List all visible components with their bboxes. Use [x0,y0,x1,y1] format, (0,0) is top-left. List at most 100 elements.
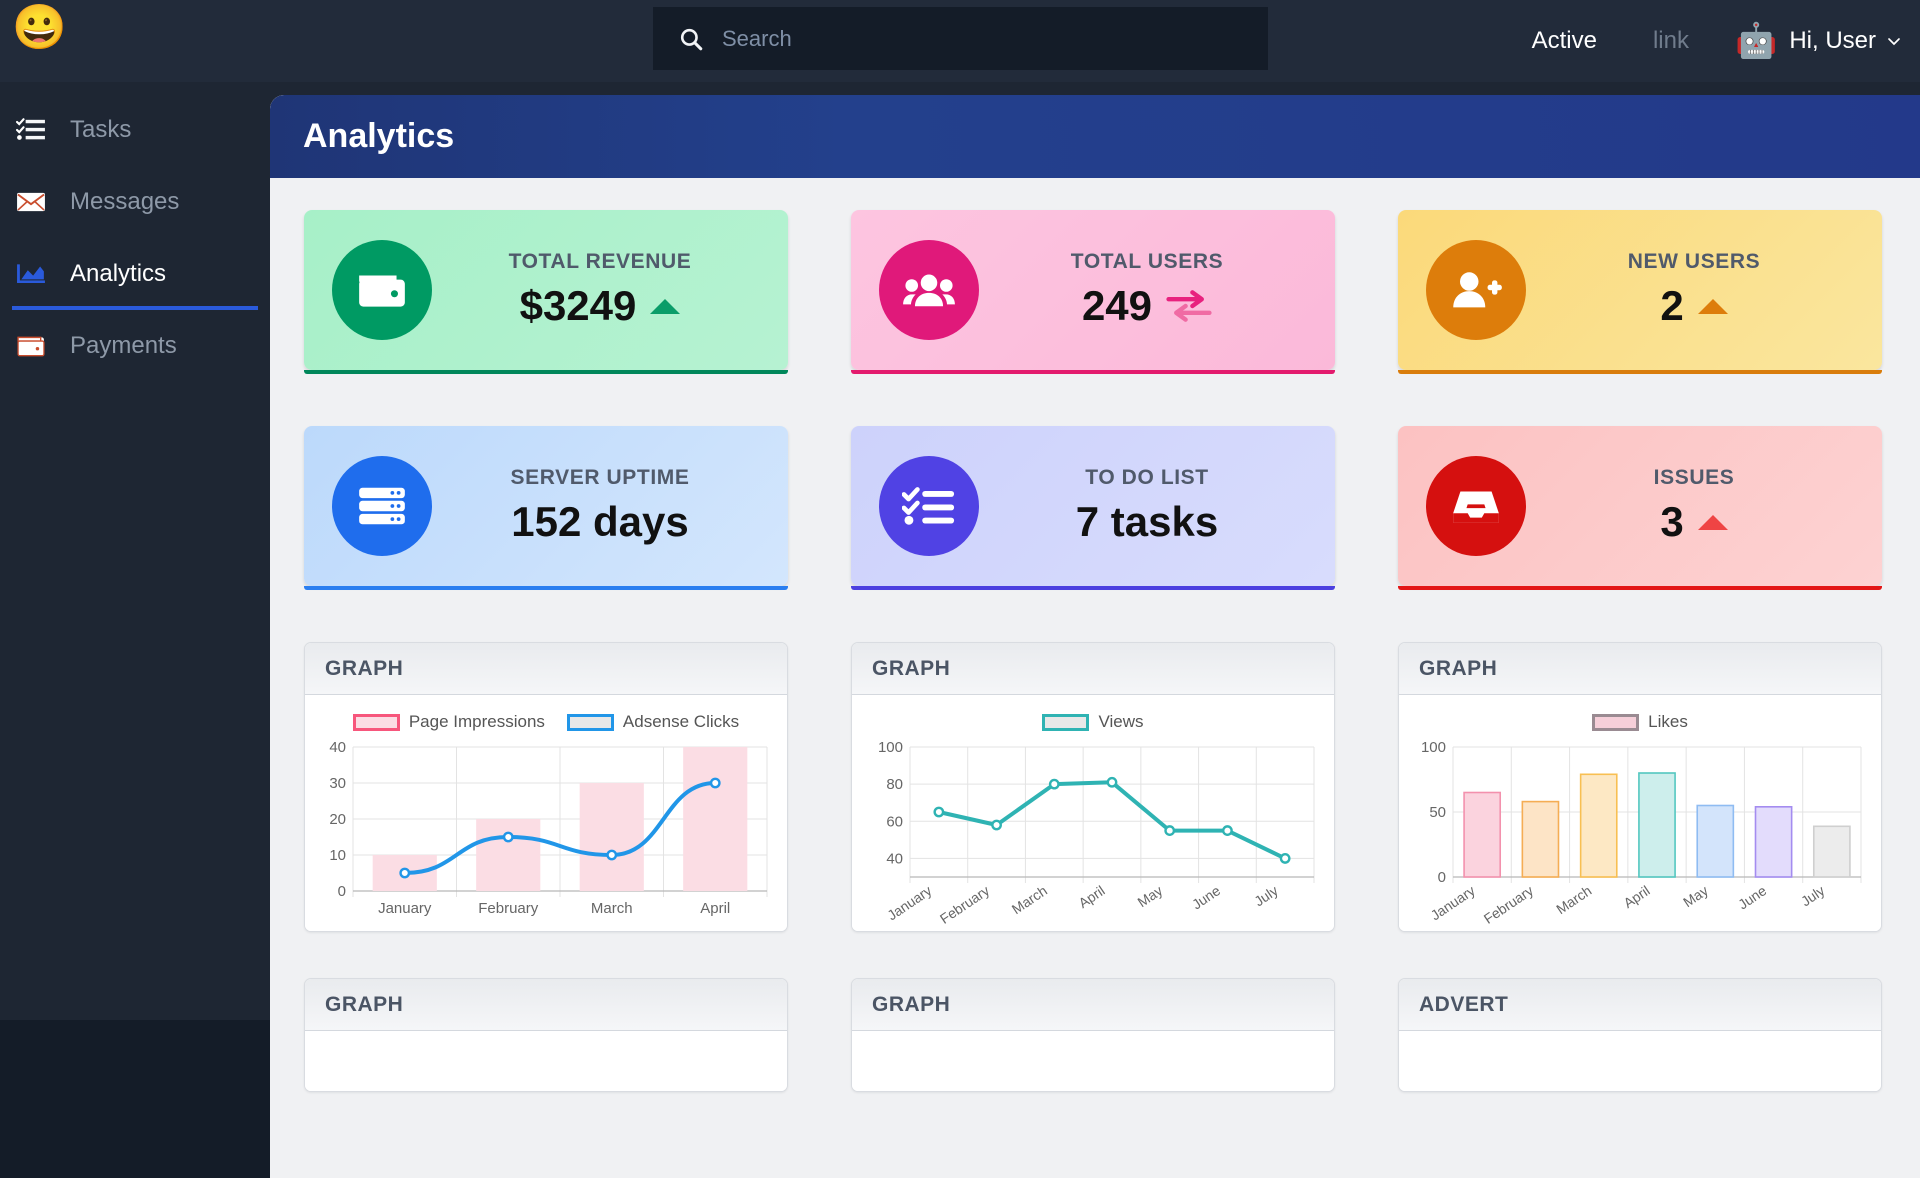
data-point [1279,853,1291,864]
stat-value-row: 3 [1660,498,1728,546]
panel-advert: ADVERT [1398,978,1882,1092]
search-icon [680,28,703,50]
sidebar-item-tasks[interactable]: Tasks [0,94,270,166]
data-point [933,806,945,818]
panel-title: GRAPH [325,992,404,1016]
stat-value-row: 2 [1660,282,1728,330]
sidebar-item-label: Payments [70,332,177,359]
bar [1463,791,1502,878]
data-point [709,777,721,789]
svg-text:April: April [1076,882,1108,911]
robot-avatar[interactable]: 🤖 [1735,24,1777,58]
svg-text:January: January [378,900,432,917]
legend-label: Adsense Clicks [622,712,740,731]
data-point [1164,825,1176,836]
bottom-panel-row: GRAPH GRAPH ADVERT [304,978,1886,1092]
sidebar-item-payments[interactable]: Payments [0,310,270,382]
svg-text:30: 30 [329,775,346,792]
svg-text:50: 50 [1429,804,1446,821]
stat-text-block: TO DO LIST 7 tasks [979,466,1335,546]
chart-canvas-impressions-clicks: 0 10 20 30 40 January February March April [329,739,768,917]
stat-value-row: $3249 [520,282,681,330]
legend-label: Views [1098,712,1144,731]
top-bar: 😀 Active link 🤖 Hi, User [0,0,1920,82]
bar [1638,772,1676,878]
svg-text:May: May [1680,882,1711,910]
greeting-label: Hi, User [1789,27,1876,54]
sidebar-footer [0,1020,270,1178]
grinning-face-emoji[interactable]: 😀 [12,6,67,50]
topbar-right-group: Active link 🤖 Hi, User [1504,0,1902,82]
data-point [1048,778,1060,790]
legend-item: Adsense Clicks [566,712,740,732]
bar [579,783,644,891]
stat-card-row-2: SERVER UPTIME 152 days TO DO LIST 7 task… [304,426,1886,590]
panel-graph-4: GRAPH [304,978,788,1092]
stat-label: TOTAL USERS [1070,250,1224,273]
legend-item: Likes [1592,712,1688,732]
svg-text:June: June [1189,882,1223,912]
envelope-icon [14,187,48,217]
svg-text:June: June [1735,882,1769,912]
legend-label: Likes [1648,712,1688,731]
svg-text:40: 40 [886,850,903,867]
panel-header: GRAPH [305,979,787,1031]
sidebar-item-messages[interactable]: Messages [0,166,270,238]
topbar-link-secondary[interactable]: link [1625,27,1717,55]
svg-text:July: July [1798,882,1828,909]
svg-text:March: March [1009,882,1050,917]
sidebar-nav: Tasks Messages Analytics Payments [0,82,270,1178]
panel-header: GRAPH [852,643,1334,695]
panel-title: GRAPH [1419,656,1498,680]
svg-text:February: February [478,900,539,917]
stat-card-row-1: TOTAL REVENUE $3249 TOTAL USERS 249 NEW … [304,210,1886,374]
stat-value: 3 [1660,498,1684,545]
stat-label: TO DO LIST [1085,466,1209,489]
panel-title: GRAPH [872,656,951,680]
svg-text:March: March [1553,882,1594,917]
up-triangle-icon [1697,298,1728,314]
bar-chart-icon [14,259,48,289]
stat-text-block: NEW USERS 2 [1526,250,1882,330]
topbar-link-active[interactable]: Active [1504,27,1625,55]
stat-card-server-uptime[interactable]: SERVER UPTIME 152 days [304,426,788,590]
stat-card-total-users[interactable]: TOTAL USERS 249 [851,210,1335,374]
chart-legend: Page Impressions Adsense Clicks [315,707,777,737]
search-input[interactable] [722,25,1202,52]
legend-swatch [1042,713,1090,731]
stat-card-total-revenue[interactable]: TOTAL REVENUE $3249 [304,210,788,374]
panel-body: Likes 0 50 100 January February March April May… [1399,695,1881,931]
bar [1521,800,1560,878]
sidebar-item-label: Messages [70,188,180,215]
sidebar-item-analytics[interactable]: Analytics [0,238,270,310]
stat-value: 249 [1081,282,1153,329]
stat-card-issues[interactable]: ISSUES 3 [1398,426,1882,590]
panel-header: ADVERT [1399,979,1881,1031]
svg-text:100: 100 [1421,739,1446,756]
checklist-icon [879,456,979,556]
wallet-icon [332,240,432,340]
svg-text:100: 100 [878,739,903,756]
stat-card-todo-list[interactable]: TO DO LIST 7 tasks [851,426,1335,590]
data-point [399,867,411,879]
tasks-list-icon [14,115,48,145]
panel-title: GRAPH [872,992,951,1016]
svg-text:April: April [700,900,730,917]
panel-header: GRAPH [852,979,1334,1031]
svg-text:January: January [1428,882,1478,923]
bar [1579,773,1618,878]
user-menu[interactable]: Hi, User [1789,27,1902,55]
svg-text:20: 20 [329,811,346,828]
panel-body [852,1031,1334,1091]
legend-label: Page Impressions [408,712,545,731]
legend-item: Views [1042,712,1144,732]
page-title: Analytics [303,117,455,155]
search-box[interactable] [653,7,1268,70]
data-point [502,831,514,843]
svg-text:60: 60 [886,813,903,830]
stat-text-block: TOTAL REVENUE $3249 [432,250,788,330]
chart-canvas-views: 40 60 80 100 January February March April May Jun… [878,739,1315,927]
svg-text:0: 0 [338,883,346,900]
bar [683,747,748,891]
stat-card-new-users[interactable]: NEW USERS 2 [1398,210,1882,374]
